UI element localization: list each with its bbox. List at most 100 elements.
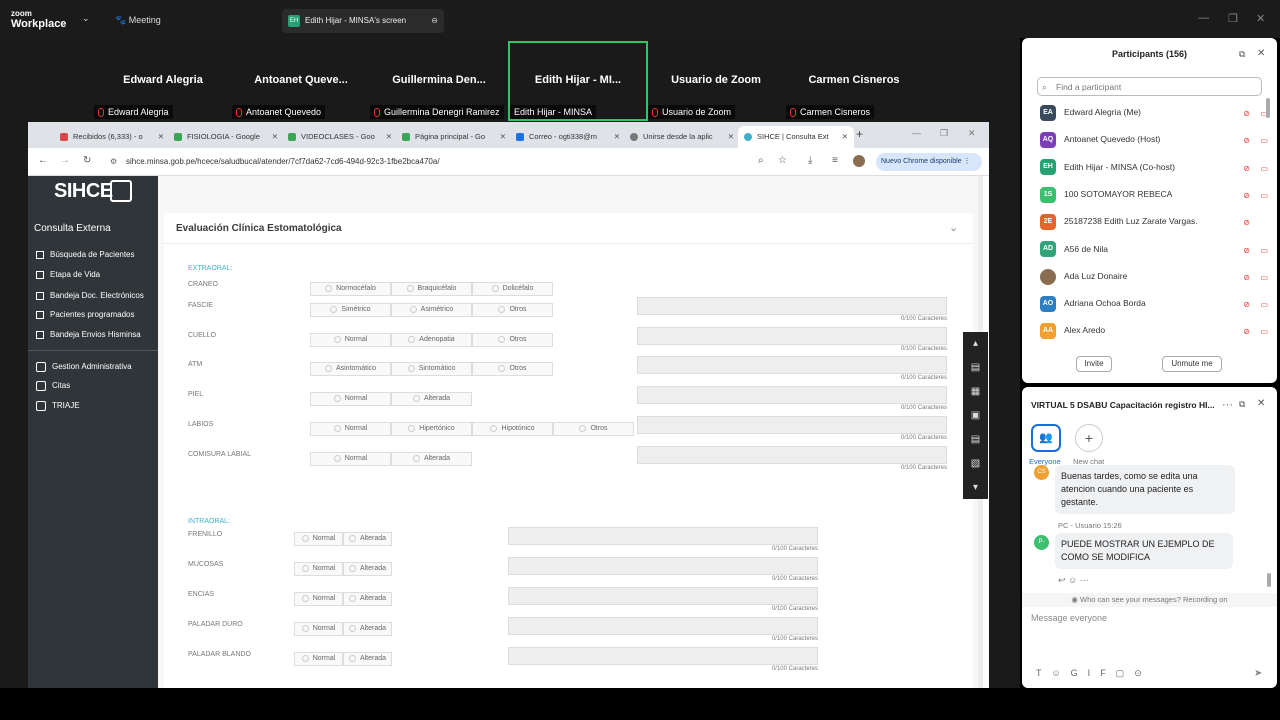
radio-option[interactable]: Otros: [472, 303, 553, 317]
close-icon[interactable]: ✕: [500, 126, 506, 148]
notes-textarea[interactable]: [637, 446, 947, 464]
chat-format-toolbar[interactable]: T☺GIF▢⊙: [1036, 668, 1152, 679]
notes-textarea[interactable]: [508, 587, 818, 605]
notes-textarea[interactable]: [508, 557, 818, 575]
popout-icon[interactable]: ⧉: [1239, 49, 1245, 60]
participant-row[interactable]: EH Edith Hijar - MINSA (Co-host) ⊘ ▭: [1040, 157, 1270, 177]
radio-option[interactable]: Normocéfalo: [310, 282, 391, 296]
scroll-down-icon[interactable]: ▾: [963, 476, 988, 500]
close-icon[interactable]: ✕: [1257, 48, 1265, 59]
radio-option[interactable]: Normal: [310, 452, 391, 466]
radio-option[interactable]: Normal: [310, 333, 391, 347]
maximize-icon[interactable]: ❐: [1228, 12, 1238, 25]
close-icon[interactable]: ✕: [386, 126, 392, 148]
browser-tab[interactable]: FISIOLOGIA - Google ✕: [168, 126, 284, 148]
radio-option[interactable]: Alterada: [343, 622, 392, 636]
radio-option[interactable]: Simétrico: [310, 303, 391, 317]
radio-option[interactable]: Normal: [294, 592, 343, 606]
chrome-update-button[interactable]: Nuevo Chrome disponible ⋮: [876, 153, 982, 171]
notes-textarea[interactable]: [637, 416, 947, 434]
back-icon[interactable]: ←: [38, 155, 48, 166]
browser-tab-active[interactable]: SIHCE | Consulta Ext ✕: [738, 126, 854, 148]
menu-gestion-administrativa[interactable]: Gestion Administrativa: [36, 362, 132, 372]
menu-triaje[interactable]: TRIAJE: [36, 401, 80, 411]
unmute-me-button[interactable]: Unmute me: [1162, 356, 1222, 372]
minimize-icon[interactable]: —: [912, 128, 921, 138]
new-chat-button[interactable]: +: [1075, 424, 1103, 452]
scrollbar[interactable]: [1267, 573, 1271, 587]
radio-option[interactable]: Hipotónico: [472, 422, 553, 436]
forward-icon[interactable]: →: [60, 155, 70, 166]
notes-textarea[interactable]: [637, 327, 947, 345]
radio-option[interactable]: Braquicéfalo: [391, 282, 472, 296]
minimize-icon[interactable]: —: [1198, 12, 1209, 24]
radio-option[interactable]: Normal: [294, 622, 343, 636]
notes-textarea[interactable]: [637, 356, 947, 374]
radio-option[interactable]: Dolicéfalo: [472, 282, 553, 296]
radio-option[interactable]: Alterada: [343, 532, 392, 546]
send-icon[interactable]: ➤: [1254, 668, 1262, 679]
radio-option[interactable]: Alterada: [343, 562, 392, 576]
new-tab-button[interactable]: +: [856, 127, 863, 141]
radio-option[interactable]: Alterada: [391, 452, 472, 466]
doc-icon[interactable]: ▤: [963, 356, 988, 380]
edit-icon[interactable]: ▧: [963, 452, 988, 476]
everyone-chat-button[interactable]: 👥: [1031, 424, 1061, 452]
url-field[interactable]: ⚙ sihce.minsa.gob.pe/hcece/saludbucal/ate…: [108, 152, 788, 172]
scroll-up-icon[interactable]: ▴: [963, 332, 988, 356]
participant-row[interactable]: Ada Luz Donaire ⊘ ▭: [1040, 266, 1270, 286]
browser-tab[interactable]: Unirse desde la aplic ✕: [624, 126, 740, 148]
radio-option[interactable]: Otros: [472, 333, 553, 347]
close-icon[interactable]: ✕: [1256, 12, 1265, 25]
save-icon[interactable]: ▣: [963, 404, 988, 428]
radio-option[interactable]: Alterada: [391, 392, 472, 406]
close-icon[interactable]: ✕: [968, 128, 976, 139]
notes-textarea[interactable]: [508, 647, 818, 665]
profile-avatar[interactable]: [853, 155, 865, 167]
maximize-icon[interactable]: ❐: [940, 128, 948, 139]
radio-option[interactable]: Alterada: [343, 652, 392, 666]
doc-icon[interactable]: ▤: [963, 428, 988, 452]
radio-option[interactable]: Asintomático: [310, 362, 391, 376]
notes-textarea[interactable]: [637, 386, 947, 404]
menu-bandeja-envios[interactable]: Bandeja Envios Hisminsa: [36, 330, 141, 339]
zoom-icon[interactable]: ⌕: [758, 155, 764, 166]
meeting-menu[interactable]: 🐾 Meeting: [115, 15, 161, 26]
close-icon[interactable]: ✕: [614, 126, 620, 148]
menu-bandeja-doc[interactable]: Bandeja Doc. Electrónicos: [36, 291, 144, 300]
browser-tab[interactable]: Correo - ogti338@m ✕: [510, 126, 626, 148]
browser-tab[interactable]: Página principal - Go ✕: [396, 126, 512, 148]
radio-option[interactable]: Sintomático: [391, 362, 472, 376]
radio-option[interactable]: Normal: [310, 392, 391, 406]
radio-option[interactable]: Otros: [553, 422, 634, 436]
more-icon[interactable]: ⊖: [431, 9, 438, 33]
site-info-icon[interactable]: ⚙: [110, 152, 117, 172]
radio-option[interactable]: Otros: [472, 362, 553, 376]
radio-option[interactable]: Hipertónico: [391, 422, 472, 436]
bookmark-star-icon[interactable]: ☆: [778, 155, 787, 166]
participant-row[interactable]: AO Adriana Ochoa Borda ⊘ ▭: [1040, 293, 1270, 313]
participant-search-input[interactable]: ⌕ Find a participant: [1037, 77, 1262, 96]
notes-textarea[interactable]: [508, 617, 818, 635]
participant-row[interactable]: AD A56 de Nila ⊘ ▭: [1040, 239, 1270, 259]
reading-list-icon[interactable]: ≡: [832, 155, 838, 166]
close-icon[interactable]: ✕: [158, 126, 164, 148]
browser-tab[interactable]: VIDEOCLASES - Goo ✕: [282, 126, 398, 148]
notes-textarea[interactable]: [637, 297, 947, 315]
reload-icon[interactable]: ↻: [83, 155, 91, 166]
menu-etapa-vida[interactable]: Etapa de Vida: [36, 270, 100, 279]
download-icon[interactable]: ⤓: [808, 155, 812, 166]
doc-icon[interactable]: ▦: [963, 380, 988, 404]
radio-option[interactable]: Normal: [294, 532, 343, 546]
participant-row[interactable]: AQ Antoanet Quevedo (Host) ⊘ ▭: [1040, 129, 1270, 149]
close-icon[interactable]: ✕: [1257, 398, 1265, 409]
participant-row[interactable]: 2E 25187238 Edith Luz Zarate Vargas. ⊘: [1040, 211, 1270, 231]
browser-tab[interactable]: Recibidos (6,333) - o ✕: [54, 126, 170, 148]
radio-option[interactable]: Asimétrico: [391, 303, 472, 317]
close-icon[interactable]: ✕: [842, 126, 848, 148]
participant-row[interactable]: AA Alex Aredo ⊘ ▭: [1040, 320, 1270, 340]
participant-row[interactable]: 1S 100 SOTOMAYOR REBECA ⊘ ▭: [1040, 184, 1270, 204]
close-icon[interactable]: ✕: [272, 126, 278, 148]
notes-textarea[interactable]: [508, 527, 818, 545]
screen-share-tab[interactable]: EH Edith Hijar - MINSA's screen ⊖: [282, 9, 444, 33]
